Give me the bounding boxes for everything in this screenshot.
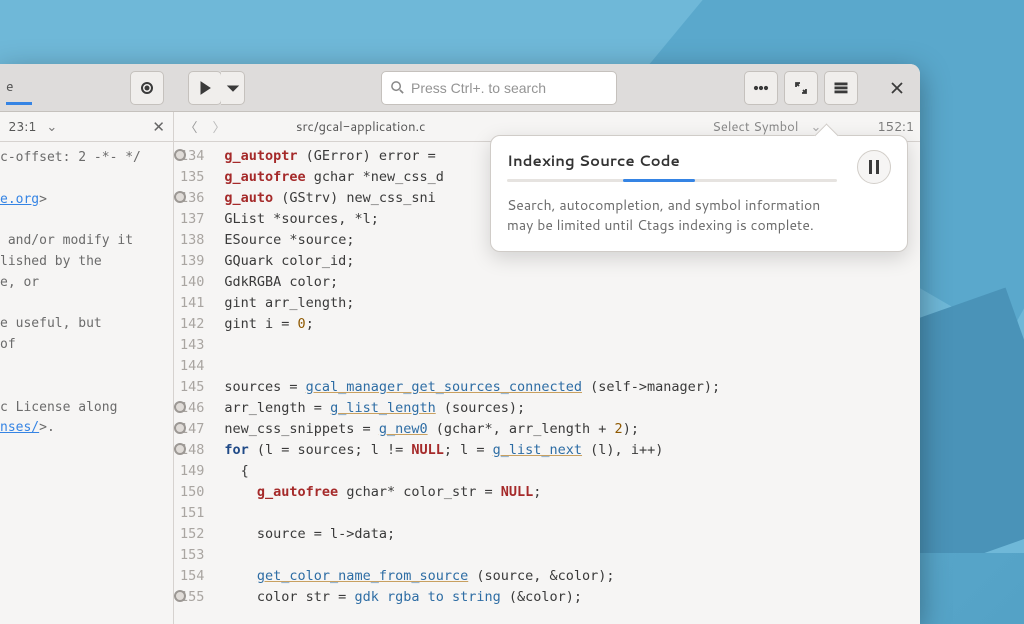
- record-button[interactable]: [130, 71, 164, 105]
- indexing-notification: Indexing Source Code Search, autocomplet…: [490, 135, 908, 252]
- notification-body: Search, autocompletion, and symbol infor…: [507, 196, 837, 235]
- side-panel: 23:1 ⌄ ✕ c-offset: 2 -*- */ e.org> and/o…: [0, 112, 174, 624]
- editor-cursor-pos: 152:1: [877, 118, 914, 136]
- symbol-selector[interactable]: Select Symbol: [712, 118, 798, 136]
- more-button[interactable]: [744, 71, 778, 105]
- notification-title: Indexing Source Code: [507, 150, 845, 171]
- hamburger-menu-button[interactable]: [824, 71, 858, 105]
- search-icon: [390, 80, 405, 95]
- line-gutter[interactable]: 1341351361371381391401411421431441451461…: [174, 142, 214, 624]
- run-button[interactable]: [188, 71, 222, 105]
- progress-bar: [507, 179, 837, 182]
- window-close-button[interactable]: [880, 71, 914, 105]
- perspective-tab-label: e: [6, 72, 32, 105]
- fullscreen-button[interactable]: [784, 71, 818, 105]
- run-menu-button[interactable]: [221, 71, 245, 105]
- side-panel-tab[interactable]: 23:1 ⌄ ✕: [0, 112, 173, 142]
- side-tab-close-icon[interactable]: ✕: [152, 116, 165, 137]
- perspective-tab[interactable]: e: [6, 71, 124, 105]
- chevron-down-icon: ⌄: [46, 118, 57, 136]
- headerbar: e: [0, 64, 920, 112]
- search-input[interactable]: [411, 80, 608, 96]
- editor-filename[interactable]: src/gcal-application.c: [296, 118, 426, 136]
- side-cursor-pos: 23:1: [8, 118, 36, 136]
- nav-back-button[interactable]: 〈: [180, 116, 202, 138]
- nav-forward-button[interactable]: 〉: [208, 116, 230, 138]
- side-snippet: c-offset: 2 -*- */ e.org> and/or modify …: [0, 142, 173, 445]
- pause-button[interactable]: [857, 150, 891, 184]
- global-search[interactable]: [381, 71, 617, 105]
